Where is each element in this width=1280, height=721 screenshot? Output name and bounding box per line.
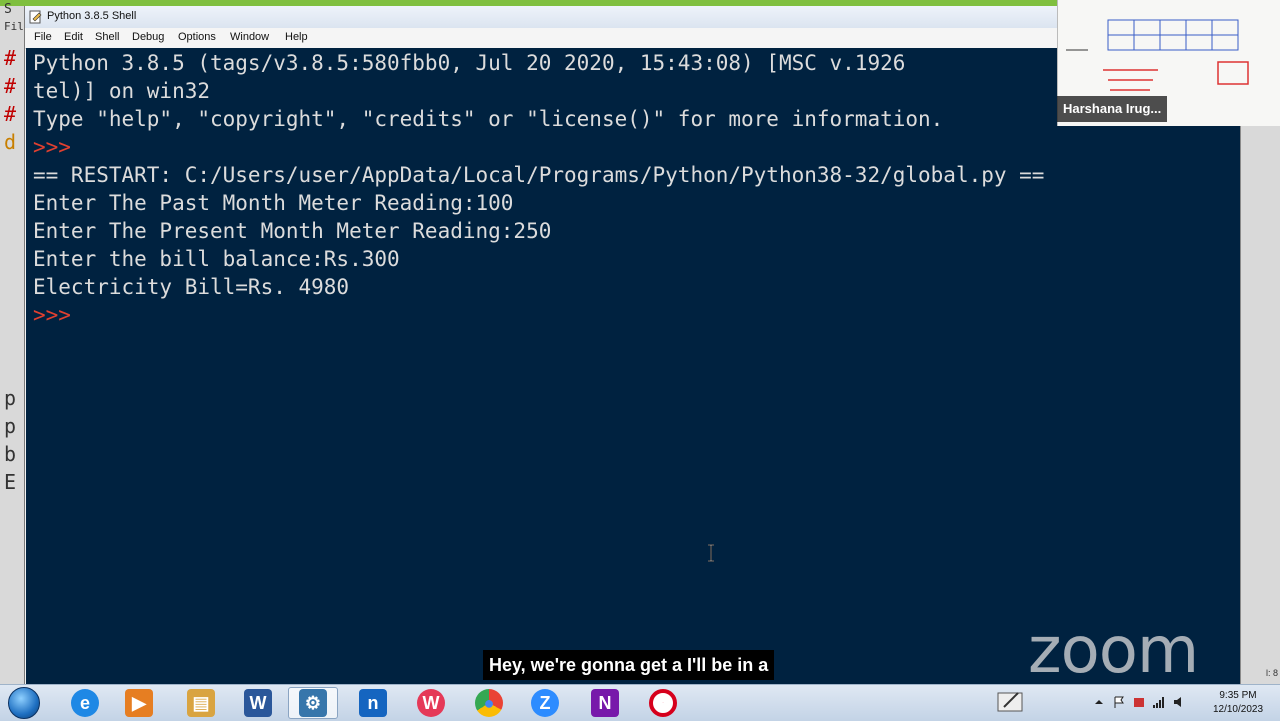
shell-prompt: >>>: [33, 135, 84, 159]
python-icon: ⚙: [299, 689, 327, 717]
menu-debug[interactable]: Debug: [132, 31, 164, 43]
start-button[interactable]: [4, 687, 44, 719]
text-cursor-icon: [708, 544, 714, 562]
word-icon: W: [244, 689, 272, 717]
network-signal-icon[interactable]: [1152, 695, 1166, 709]
right-edge-label: l: 8: [1266, 668, 1279, 678]
bg-char: Fil: [4, 20, 24, 33]
bg-char: d: [4, 130, 17, 154]
taskbar-python-idle[interactable]: ⚙: [288, 687, 338, 719]
shell-line: Enter The Present Month Meter Reading:25…: [33, 219, 552, 243]
zoom-icon: Z: [531, 689, 559, 717]
internet-explorer-icon: e: [71, 689, 99, 717]
bg-char: E: [4, 470, 17, 494]
system-clock[interactable]: 9:35 PM 12/10/2023: [1200, 689, 1276, 717]
show-hidden-icons-icon[interactable]: [1092, 695, 1106, 709]
folder-icon: ▤: [187, 689, 215, 717]
bg-char: #: [4, 46, 17, 70]
right-window-edge: [1240, 120, 1280, 684]
taskbar-internet-explorer[interactable]: e: [60, 687, 110, 719]
taskbar-wps[interactable]: W: [406, 687, 456, 719]
menu-help[interactable]: Help: [285, 31, 308, 43]
bg-char: #: [4, 74, 17, 98]
volume-icon[interactable]: [1172, 695, 1186, 709]
menu-shell[interactable]: Shell: [95, 31, 119, 43]
shell-line: Enter The Past Month Meter Reading:100: [33, 191, 514, 215]
windows-logo-icon: [8, 687, 40, 719]
python-idle-icon: [29, 10, 42, 24]
menu-options[interactable]: Options: [178, 31, 216, 43]
taskbar-chrome[interactable]: ●: [464, 687, 514, 719]
shell-line: Enter the bill balance:Rs.300: [33, 247, 400, 271]
flag-icon[interactable]: [1112, 695, 1126, 709]
bg-char: #: [4, 102, 17, 126]
taskbar-app-n[interactable]: n: [348, 687, 398, 719]
taskbar-file-explorer[interactable]: ▤: [176, 687, 226, 719]
shell-line: Electricity Bill=Rs. 4980: [33, 275, 350, 299]
bg-char: S: [4, 2, 12, 17]
menu-file[interactable]: File: [34, 31, 52, 43]
shell-line: == RESTART: C:/Users/user/AppData/Local/…: [33, 163, 1045, 187]
taskbar-media-player[interactable]: ▶: [114, 687, 164, 719]
shell-line: Python 3.8.5 (tags/v3.8.5:580fbb0, Jul 2…: [33, 51, 906, 75]
taskbar-zoom[interactable]: Z: [520, 687, 570, 719]
taskbar: e ▶ ▤ W ⚙ n W ● Z N O 9:35 PM 12/10/2023: [0, 684, 1280, 721]
menu-window[interactable]: Window: [230, 31, 269, 43]
media-player-icon: ▶: [125, 689, 153, 717]
clock-date: 12/10/2023: [1212, 704, 1264, 715]
participant-name-label: Harshana Irug...: [1057, 96, 1168, 122]
bg-char: p: [4, 414, 17, 438]
window-title: Python 3.8.5 Shell: [47, 10, 137, 22]
bg-char: p: [4, 386, 17, 410]
opera-icon: O: [649, 689, 677, 717]
background-window-strip[interactable]: S Fil # # # d p p b E: [0, 2, 25, 684]
bg-char: b: [4, 442, 17, 466]
taskbar-word[interactable]: W: [233, 687, 283, 719]
shell-line: tel)] on win32: [33, 79, 211, 103]
shell-text-area[interactable]: Python 3.8.5 (tags/v3.8.5:580fbb0, Jul 2…: [26, 48, 1240, 684]
wps-icon: W: [417, 689, 445, 717]
onenote-icon: N: [591, 689, 619, 717]
shell-line: Type "help", "copyright", "credits" or "…: [33, 107, 944, 131]
menu-edit[interactable]: Edit: [64, 31, 83, 43]
pen-input-icon[interactable]: [996, 689, 1026, 715]
chrome-icon: ●: [475, 689, 503, 717]
taskbar-opera[interactable]: O: [638, 687, 688, 719]
live-caption: Hey, we're gonna get a I'll be in a: [483, 650, 775, 680]
zoom-watermark: zoom: [1028, 614, 1199, 688]
app-n-icon: n: [359, 689, 387, 717]
taskbar-onenote[interactable]: N: [580, 687, 630, 719]
shell-prompt: >>>: [33, 303, 84, 327]
clock-time: 9:35 PM: [1219, 690, 1257, 701]
security-icon[interactable]: [1132, 695, 1146, 709]
